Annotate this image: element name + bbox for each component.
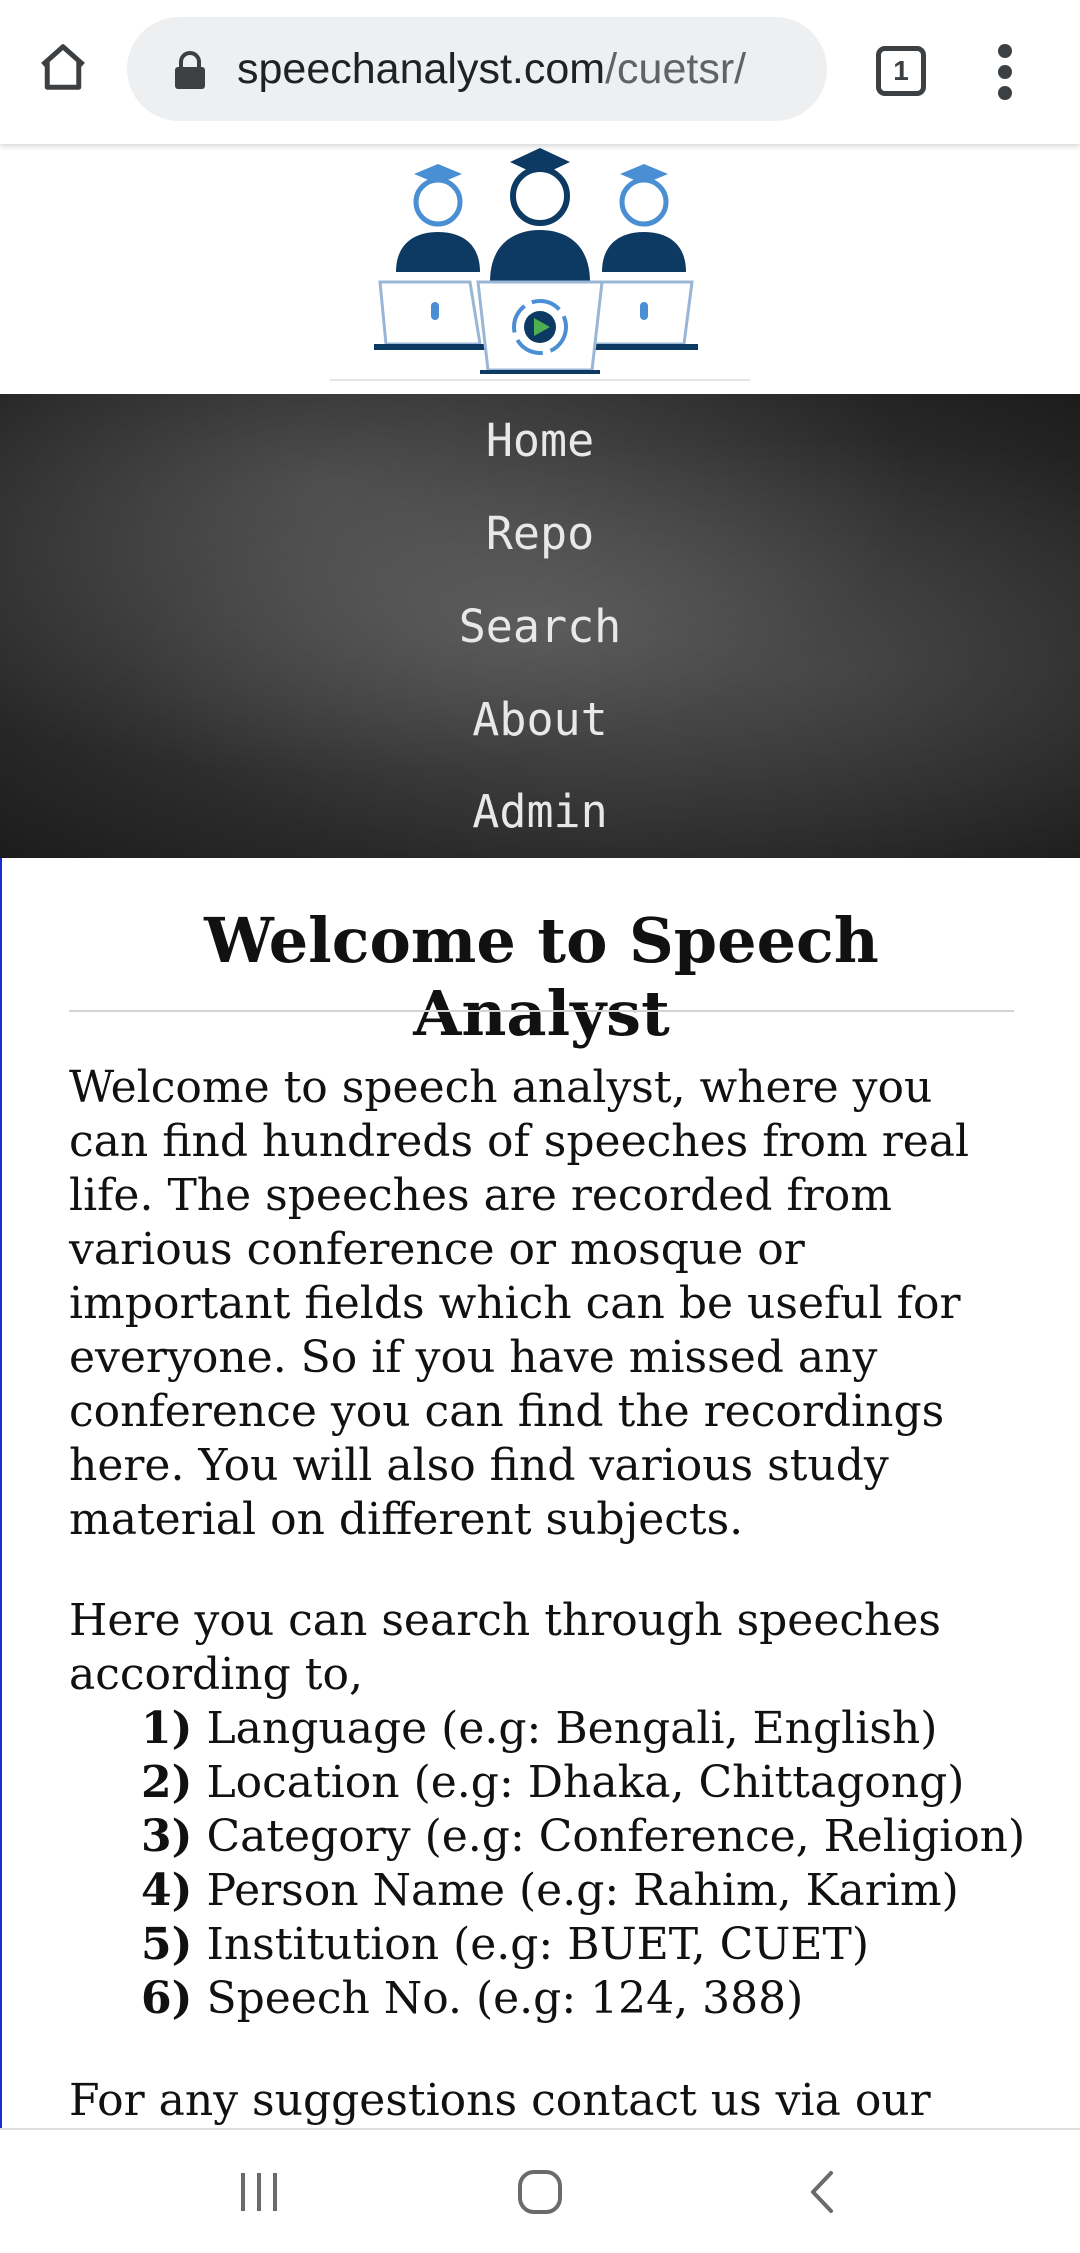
list-item: 3) Category (e.g: Conference, Religion) (141, 1810, 1025, 1864)
tab-count: 1 (893, 55, 909, 86)
content-left-border (0, 858, 2, 2128)
address-bar[interactable]: speechanalyst.com/cuetsr/ (127, 17, 827, 121)
list-item-number: 6) (141, 1973, 193, 2024)
student-left-figure (396, 164, 480, 272)
url-host: speechanalyst.com (237, 45, 606, 93)
title-divider (69, 1010, 1014, 1012)
home-circle-icon[interactable] (505, 2162, 575, 2222)
list-item-text: Speech No. (e.g: 124, 388) (206, 1973, 804, 2024)
tab-switcher-button[interactable]: 1 (876, 46, 926, 96)
url-text: speechanalyst.com/cuetsr/ (237, 17, 746, 121)
list-item-number: 5) (141, 1919, 193, 1970)
main-nav: Home Repo Search About Admin (0, 394, 1080, 858)
list-item-number: 2) (141, 1757, 193, 1808)
search-intro-paragraph: Here you can search through speeches acc… (69, 1595, 941, 1700)
student-center-figure (490, 148, 590, 282)
more-vert-icon[interactable] (990, 42, 1020, 102)
list-item-text: Language (e.g: Bengali, English) (206, 1703, 938, 1754)
list-item-text: Institution (e.g: BUET, CUET) (206, 1919, 870, 1970)
list-item-text: Person Name (e.g: Rahim, Karim) (206, 1865, 959, 1916)
intro-paragraph: Welcome to speech analyst, where you can… (69, 1062, 970, 1545)
back-icon[interactable] (787, 2162, 857, 2222)
list-item: 5) Institution (e.g: BUET, CUET) (141, 1918, 1014, 1972)
nav-item-admin[interactable]: Admin (0, 765, 1080, 858)
recents-icon[interactable] (224, 2162, 294, 2222)
home-icon[interactable] (30, 34, 96, 100)
list-item-text: Location (e.g: Dhaka, Chittagong) (206, 1757, 965, 1808)
student-right-figure (602, 164, 686, 272)
list-item: 2) Location (e.g: Dhaka, Chittagong) (141, 1756, 1014, 1810)
site-logo (330, 148, 750, 381)
page-title: Welcome to Speech Analyst (204, 904, 879, 1050)
list-item-number: 4) (141, 1865, 193, 1916)
list-item-number: 3) (141, 1811, 193, 1862)
search-criteria-list: 1) Language (e.g: Bengali, English) 2) L… (141, 1702, 1025, 2026)
nav-item-repo[interactable]: Repo (0, 487, 1080, 580)
contact-paragraph: For any suggestions contact us via our (69, 2075, 931, 2126)
browser-toolbar: speechanalyst.com/cuetsr/ 1 (0, 0, 1080, 144)
list-item: 4) Person Name (e.g: Rahim, Karim) (141, 1864, 1014, 1918)
lock-icon (173, 51, 207, 89)
site-header (0, 144, 1080, 394)
nav-item-about[interactable]: About (0, 673, 1080, 766)
list-item: 1) Language (e.g: Bengali, English) (141, 1702, 1014, 1756)
list-item-number: 1) (141, 1703, 193, 1754)
nav-item-search[interactable]: Search (0, 580, 1080, 673)
url-path: /cuetsr/ (605, 45, 747, 93)
nav-item-home[interactable]: Home (0, 394, 1080, 487)
list-item: 6) Speech No. (e.g: 124, 388) (141, 1972, 1014, 2026)
system-navigation-bar (0, 2128, 1080, 2253)
list-item-text: Category (e.g: Conference, Religion) (206, 1811, 1026, 1862)
